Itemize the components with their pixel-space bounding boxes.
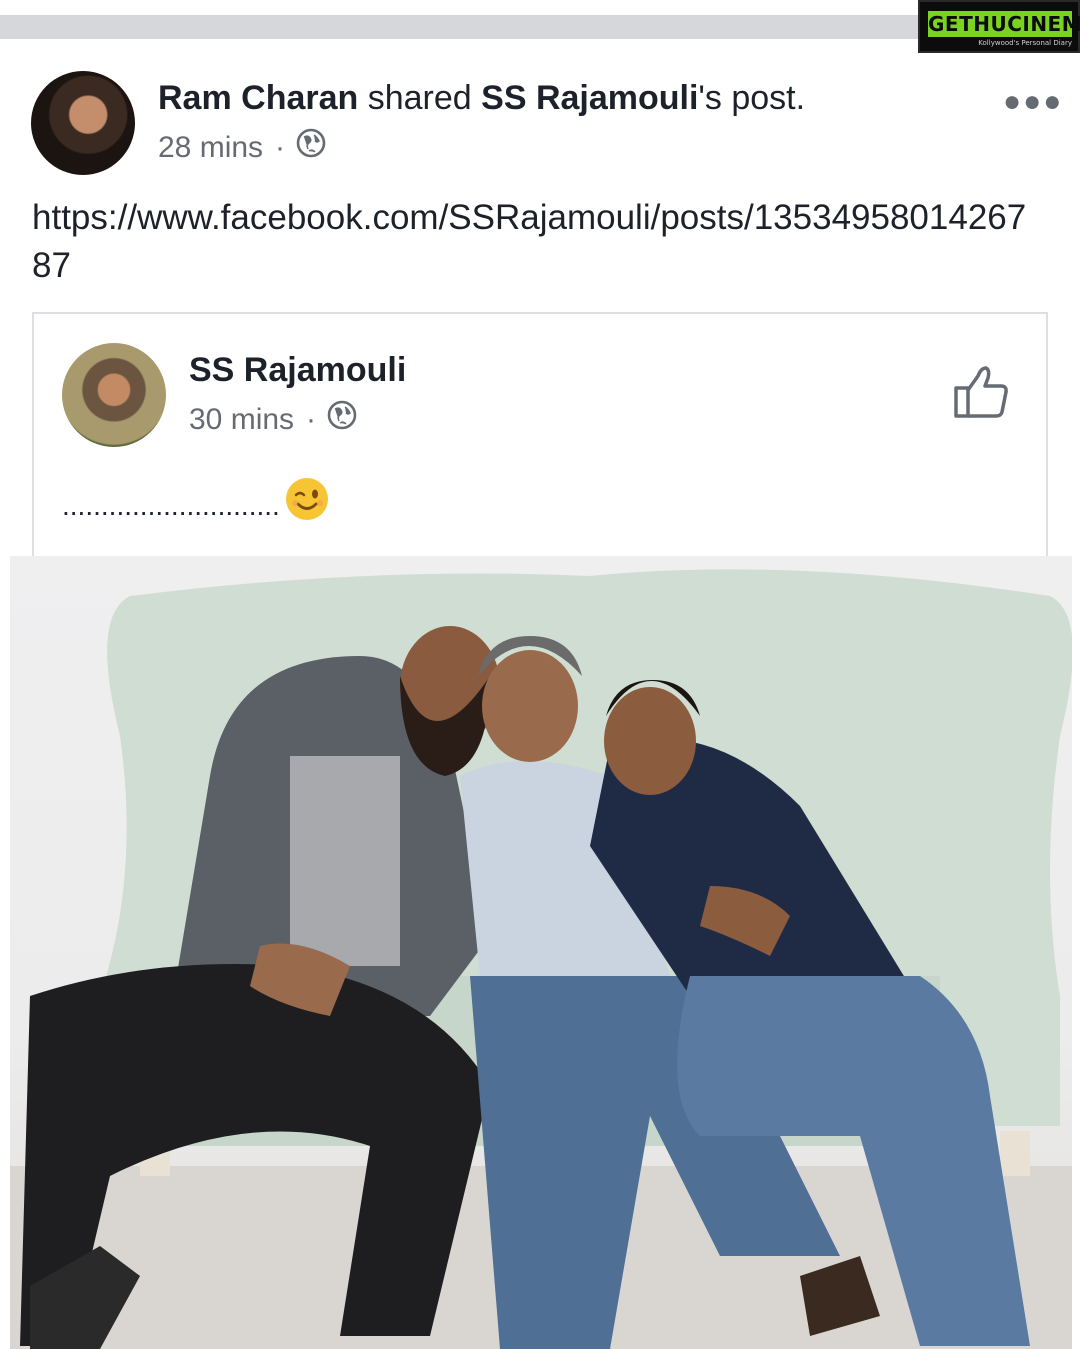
post-photo[interactable] [10,556,1072,1349]
post-suffix-text: 's post. [698,79,806,117]
meta-separator: · [275,130,286,164]
author-avatar[interactable] [31,71,135,175]
globe-icon [295,127,327,168]
more-dots-icon[interactable]: ●●● [1003,87,1063,117]
shared-author-avatar[interactable] [62,343,166,447]
winking-face-icon [284,476,330,536]
shared-post-timestamp[interactable]: 30 mins [189,402,294,438]
post-header: Ram Charan shared SS Rajamouli's post. [158,78,805,118]
like-thumb-icon[interactable] [948,362,1012,427]
watermark-logo: GETHUCINEMA Kollywood's Personal Diary [918,0,1080,53]
shared-post-meta: 30 mins · [189,399,358,440]
globe-icon [326,399,358,440]
post-meta: 28 mins · [158,127,327,168]
author-name-link[interactable]: Ram Charan [158,79,358,117]
shared-post-dots: ............................ [62,490,280,521]
shared-author-link[interactable]: SS Rajamouli [481,79,698,117]
share-action-text: shared [358,79,482,117]
shared-post-text: ............................ [62,476,330,536]
shared-author-name[interactable]: SS Rajamouli [189,350,406,390]
post-timestamp[interactable]: 28 mins [158,130,263,166]
shared-meta-separator: · [306,402,317,436]
watermark-brand: GETHUCINEMA [928,11,1080,37]
watermark-tagline: Kollywood's Personal Diary [978,39,1072,47]
post-body-text[interactable]: https://www.facebook.com/SSRajamouli/pos… [32,194,1032,290]
